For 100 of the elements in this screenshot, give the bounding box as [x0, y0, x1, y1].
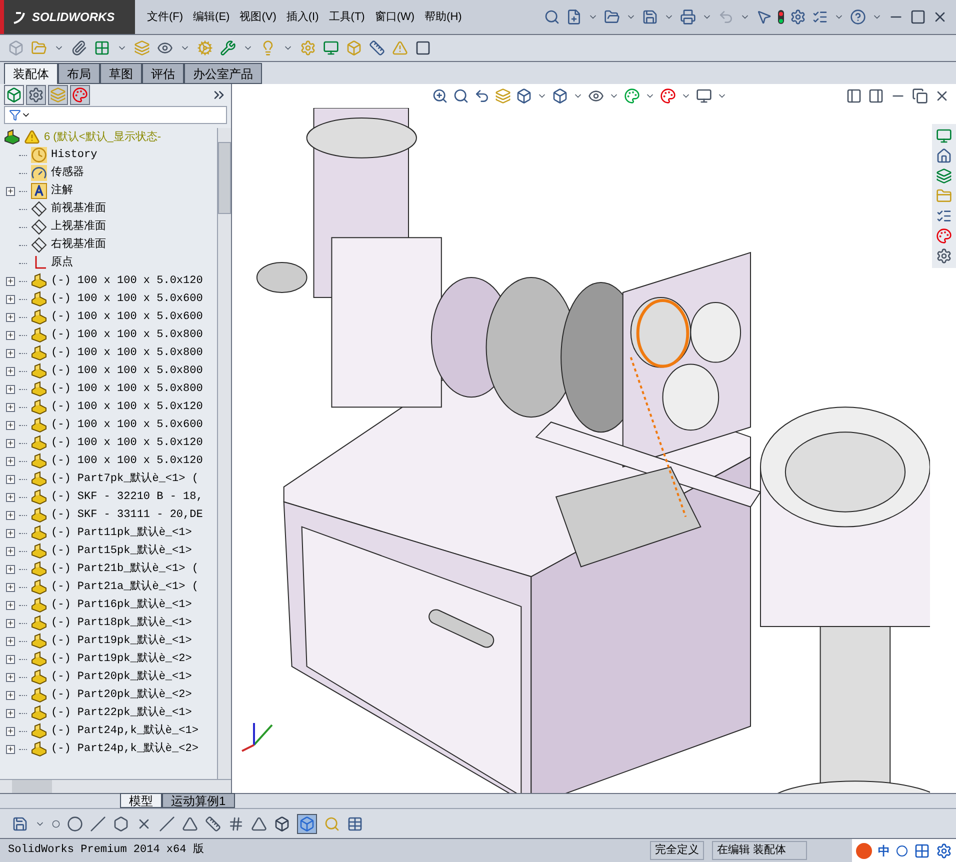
tree-item-label[interactable]: 前视基准面	[51, 200, 106, 218]
tree-item-label[interactable]: 注解	[51, 182, 73, 200]
appearance-icon[interactable]	[624, 88, 640, 104]
angle-line-icon[interactable]	[159, 816, 175, 832]
command-tab[interactable]: 布局	[58, 63, 100, 84]
select-pointer-icon[interactable]	[756, 9, 772, 25]
expand-toggle[interactable]	[6, 528, 15, 538]
options-icon[interactable]	[790, 9, 806, 25]
tree-item-label[interactable]: (-) Part19pk_默认è_<2>	[51, 650, 192, 668]
monitor-icon[interactable]	[936, 128, 952, 144]
tree-item-label[interactable]: (-) 100 x 100 x 5.0x800	[51, 380, 203, 398]
tree-item-label[interactable]: (-) Part21a_默认è_<1> (	[51, 578, 198, 596]
menu-item[interactable]: 视图(V)	[240, 8, 276, 26]
horizontal-scrollbar[interactable]	[0, 779, 231, 793]
tree-item-label[interactable]: (-) Part20pk_默认è_<2>	[51, 686, 192, 704]
zoom-area-icon[interactable]	[453, 88, 469, 104]
tree-item-label[interactable]: (-) 100 x 100 x 5.0x120	[51, 272, 203, 290]
ime-language-text[interactable]: 中	[878, 842, 890, 860]
filter-field[interactable]	[4, 106, 227, 124]
tree-item-label[interactable]: (-) Part11pk_默认è_<1>	[51, 524, 192, 542]
new-document-icon[interactable]	[566, 9, 582, 25]
appearance-tab-icon[interactable]	[70, 85, 90, 105]
polygon-icon[interactable]	[113, 816, 129, 832]
wrench-icon[interactable]	[220, 40, 236, 56]
menu-item[interactable]: 帮助(H)	[424, 8, 462, 26]
command-tab[interactable]: 草图	[100, 63, 142, 84]
tree-item-label[interactable]: (-) Part20pk_默认è_<1>	[51, 668, 192, 686]
view-settings-icon[interactable]	[696, 88, 712, 104]
expand-toggle[interactable]	[6, 492, 15, 502]
frame-icon[interactable]	[415, 40, 431, 56]
tree-item-label[interactable]: (-) 100 x 100 x 5.0x800	[51, 344, 203, 362]
menu-item[interactable]: 编辑(E)	[193, 8, 230, 26]
point-icon[interactable]	[52, 820, 60, 828]
open-folder-icon[interactable]	[604, 9, 620, 25]
expand-toggle[interactable]	[6, 276, 15, 286]
property-tab-icon[interactable]	[26, 85, 46, 105]
ruler-icon[interactable]	[369, 40, 385, 56]
hide-show-icon[interactable]	[588, 88, 604, 104]
expand-toggle[interactable]	[6, 186, 15, 196]
properties-icon[interactable]	[936, 248, 952, 264]
library-icon[interactable]	[936, 168, 952, 184]
tree-item-label[interactable]: (-) Part24p,k_默认è_<1>	[51, 722, 198, 740]
save-icon[interactable]	[12, 816, 28, 832]
expand-toggle[interactable]	[6, 690, 15, 700]
tree-item-label[interactable]: 原点	[51, 254, 73, 272]
tree-item-label[interactable]: (-) 100 x 100 x 5.0x600	[51, 416, 203, 434]
expand-toggle[interactable]	[6, 510, 15, 520]
expand-toggle[interactable]	[6, 582, 15, 592]
split-right-icon[interactable]	[868, 88, 884, 104]
command-tab[interactable]: 办公室产品	[184, 63, 262, 84]
tree-item-label[interactable]: History	[51, 146, 98, 164]
expand-toggle[interactable]	[6, 294, 15, 304]
shaded-cube-icon[interactable]	[297, 814, 317, 834]
tree-item-label[interactable]: (-) Part24p,k_默认è_<2>	[51, 740, 198, 758]
tree-item-label[interactable]: 右视基准面	[51, 236, 106, 254]
pattern-icon[interactable]	[94, 40, 110, 56]
menu-item[interactable]: 窗口(W)	[374, 8, 415, 26]
restore-icon[interactable]	[912, 88, 928, 104]
tree-item-label[interactable]: (-) Part15pk_默认è_<1>	[51, 542, 192, 560]
menu-item[interactable]: 插入(I)	[286, 8, 319, 26]
tree-item-label[interactable]: (-) 100 x 100 x 5.0x600	[51, 290, 203, 308]
table-icon[interactable]	[347, 816, 363, 832]
line-icon[interactable]	[90, 816, 106, 832]
expand-toggle[interactable]	[6, 726, 15, 736]
monitor-icon[interactable]	[323, 40, 339, 56]
view-orientation-icon[interactable]	[516, 88, 532, 104]
grid-icon[interactable]	[228, 816, 244, 832]
expand-toggle[interactable]	[6, 672, 15, 682]
vertical-scrollbar[interactable]	[217, 128, 231, 779]
appearance-icon[interactable]	[936, 228, 952, 244]
save-icon[interactable]	[642, 9, 658, 25]
tree-item-label[interactable]: (-) 100 x 100 x 5.0x800	[51, 362, 203, 380]
search-icon[interactable]	[544, 9, 560, 25]
tree-item-label[interactable]: 传感器	[51, 164, 84, 182]
expand-toggle[interactable]	[6, 366, 15, 376]
expand-toggle[interactable]	[6, 330, 15, 340]
expand-toggle[interactable]	[6, 708, 15, 718]
paperclip-icon[interactable]	[71, 40, 87, 56]
previous-view-icon[interactable]	[474, 88, 490, 104]
tree-item-label[interactable]: (-) 100 x 100 x 5.0x800	[51, 326, 203, 344]
model-tab[interactable]: 运动算例1	[162, 793, 235, 808]
checklist-icon[interactable]	[812, 9, 828, 25]
tree-item-label[interactable]: (-) Part22pk_默认è_<1>	[51, 704, 192, 722]
menu-item[interactable]: 文件(F)	[147, 8, 184, 26]
tree-item-label[interactable]: (-) 100 x 100 x 5.0x120	[51, 452, 203, 470]
model-tab[interactable]: 模型	[120, 793, 162, 808]
tree-item-label[interactable]: (-) 100 x 100 x 5.0x120	[51, 434, 203, 452]
expand-toggle[interactable]	[6, 618, 15, 628]
expand-toggle[interactable]	[6, 402, 15, 412]
expand-toggle[interactable]	[6, 312, 15, 322]
split-left-icon[interactable]	[846, 88, 862, 104]
traffic-light-icon[interactable]	[778, 10, 784, 24]
command-tab[interactable]: 评估	[142, 63, 184, 84]
expand-toggle[interactable]	[6, 564, 15, 574]
home-icon[interactable]	[936, 148, 952, 164]
list-icon[interactable]	[936, 208, 952, 224]
wireframe-cube-icon[interactable]	[274, 816, 290, 832]
dimension-icon[interactable]	[205, 816, 221, 832]
feature-tree-tab-icon[interactable]	[4, 85, 24, 105]
angle-icon[interactable]	[251, 816, 267, 832]
